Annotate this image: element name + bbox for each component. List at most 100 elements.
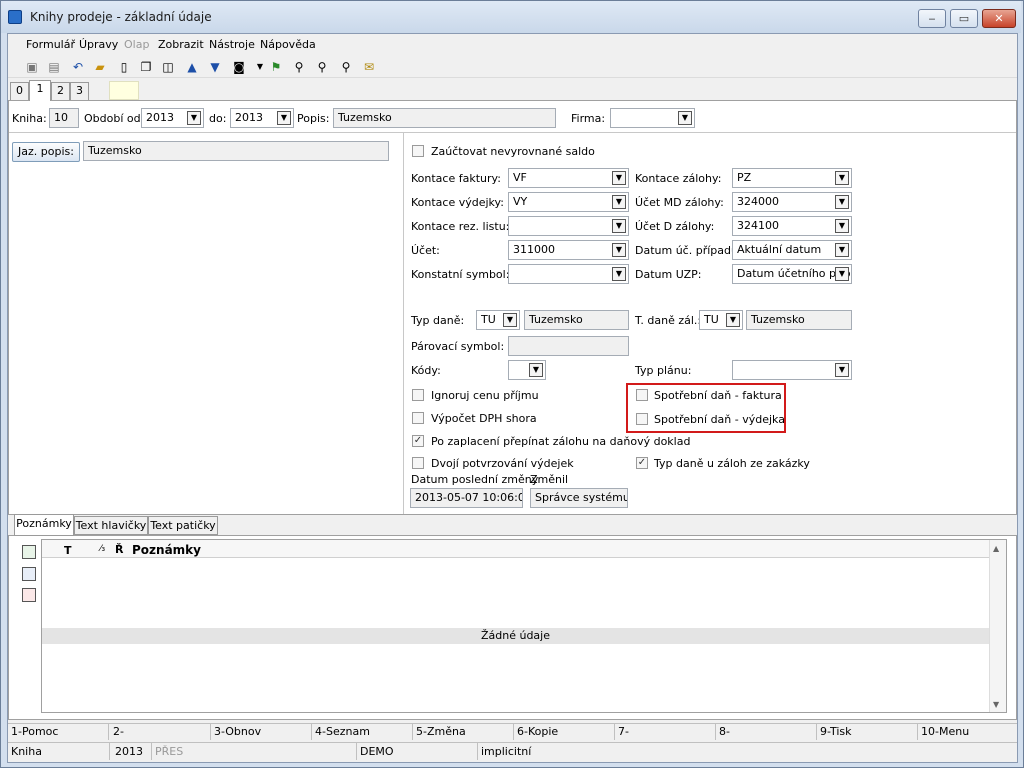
ucet-combo[interactable]: 311000 ▼ — [508, 240, 629, 260]
dvoji-checkbox[interactable] — [412, 457, 424, 469]
typ-dane-combo[interactable]: TU ▼ — [476, 310, 520, 330]
chevron-down-icon[interactable]: ▼ — [612, 243, 626, 257]
do-combo[interactable]: 2013 ▼ — [230, 108, 294, 128]
camera-dropdown-icon[interactable]: ▼ — [252, 59, 268, 75]
chevron-down-icon[interactable]: ▼ — [612, 195, 626, 209]
binoculars-next-icon[interactable]: ⚲ — [314, 59, 330, 75]
popis-field[interactable]: Tuzemsko — [333, 108, 556, 128]
edit-note-icon[interactable] — [22, 567, 36, 581]
kontace-zalohy-combo[interactable]: PZ ▼ — [732, 168, 852, 188]
chevron-down-icon[interactable]: ▼ — [835, 267, 849, 281]
firma-combo[interactable]: ▼ — [610, 108, 695, 128]
chevron-down-icon[interactable]: ▼ — [678, 111, 692, 125]
typ-planu-combo[interactable]: ▼ — [732, 360, 852, 380]
minimize-button[interactable]: ‒ — [918, 9, 946, 28]
menu-formular[interactable]: Formulář — [26, 38, 75, 51]
scroll-down-icon[interactable]: ▼ — [993, 700, 999, 709]
delete-note-icon[interactable] — [22, 588, 36, 602]
konst-symbol-combo[interactable]: ▼ — [508, 264, 629, 284]
undo-icon[interactable]: ↶ — [70, 59, 86, 75]
typ-dane-field[interactable]: Tuzemsko — [524, 310, 629, 330]
binoculars-icon[interactable]: ⚲ — [291, 59, 307, 75]
kody-combo[interactable]: ▼ — [508, 360, 546, 380]
spotr-vydejka-checkbox[interactable] — [636, 413, 648, 425]
datum-uzp-combo[interactable]: Datum účetního příp ▼ — [732, 264, 852, 284]
chevron-down-icon[interactable]: ▼ — [835, 243, 849, 257]
chevron-down-icon[interactable]: ▼ — [277, 111, 291, 125]
po-zaplaceni-checkbox[interactable]: ✓ — [412, 435, 424, 447]
fkey-2[interactable]: 2- — [110, 724, 211, 740]
fkey-1[interactable]: 1-Pomoc — [8, 724, 109, 740]
fkey-4[interactable]: 4-Seznam — [312, 724, 413, 740]
camera-icon[interactable]: ◙ — [231, 59, 247, 75]
arrow-down-icon[interactable]: ▼ — [207, 59, 223, 75]
scroll-up-icon[interactable]: ▲ — [993, 544, 999, 553]
typ-dane-zal-zakazky-checkbox[interactable]: ✓ — [636, 457, 648, 469]
chevron-down-icon[interactable]: ▼ — [612, 219, 626, 233]
fkey-9[interactable]: 9-Tisk — [817, 724, 918, 740]
chevron-down-icon[interactable]: ▼ — [503, 313, 517, 327]
book-icon[interactable]: ◫ — [160, 59, 176, 75]
kontace-vydejky-combo[interactable]: VY ▼ — [508, 192, 629, 212]
open-folder-icon[interactable]: ▰ — [92, 59, 108, 75]
col-t-header[interactable]: T — [64, 544, 72, 557]
menu-napoveda[interactable]: Nápověda — [260, 38, 316, 51]
chevron-down-icon[interactable]: ▼ — [612, 171, 626, 185]
tab-text-paticky[interactable]: Text patičky — [148, 516, 218, 535]
t-dane-zal-field[interactable]: Tuzemsko — [746, 310, 852, 330]
menu-olap[interactable]: Olap — [124, 38, 149, 51]
tab-2[interactable]: 2 — [51, 82, 70, 100]
ucet-d-combo[interactable]: 324100 ▼ — [732, 216, 852, 236]
col-r-header[interactable]: Ř — [115, 543, 123, 556]
save-close-icon[interactable]: ▤ — [46, 59, 62, 75]
spotr-faktura-checkbox[interactable] — [636, 389, 648, 401]
tab-poznamky[interactable]: Poznámky — [14, 514, 74, 536]
vertical-scrollbar[interactable] — [989, 540, 1006, 712]
tab-0[interactable]: 0 — [10, 82, 29, 100]
tab-1[interactable]: 1 — [29, 80, 51, 101]
menu-nastroje[interactable]: Nástroje — [209, 38, 255, 51]
envelope-icon[interactable]: ✉ — [361, 59, 377, 75]
menu-upravy[interactable]: Úpravy — [79, 38, 118, 51]
t-dane-zal-combo[interactable]: TU ▼ — [699, 310, 743, 330]
chevron-down-icon[interactable]: ▼ — [529, 363, 543, 377]
close-button[interactable]: ✕ — [982, 9, 1016, 28]
tab-text-hlavicky[interactable]: Text hlavičky — [74, 516, 148, 535]
ucet-md-combo[interactable]: 324000 ▼ — [732, 192, 852, 212]
kontace-rez-combo[interactable]: ▼ — [508, 216, 629, 236]
col-sort-header[interactable]: ⁄₃ — [100, 544, 105, 554]
chevron-down-icon[interactable]: ▼ — [187, 111, 201, 125]
notes-grid[interactable] — [41, 539, 1007, 713]
chevron-down-icon[interactable]: ▼ — [726, 313, 740, 327]
zauctovat-checkbox[interactable] — [412, 145, 424, 157]
ignoruj-checkbox[interactable] — [412, 389, 424, 401]
fkey-10[interactable]: 10-Menu — [918, 724, 1019, 740]
fkey-5[interactable]: 5-Změna — [413, 724, 514, 740]
datum-uc-combo[interactable]: Aktuální datum ▼ — [732, 240, 852, 260]
add-note-icon[interactable] — [22, 545, 36, 559]
filter-icon[interactable]: ⚑ — [268, 59, 284, 75]
maximize-button[interactable]: ▭ — [950, 9, 978, 28]
zmenil-field[interactable]: Správce systému K2 — [530, 488, 628, 508]
fkey-3[interactable]: 3-Obnov — [211, 724, 312, 740]
new-document-icon[interactable]: ▯ — [116, 59, 132, 75]
kontace-faktury-combo[interactable]: VF ▼ — [508, 168, 629, 188]
col-notes-header[interactable]: Poznámky — [132, 543, 201, 557]
datum-zmeny-field[interactable]: 2013-05-07 10:06:09 — [410, 488, 523, 508]
chevron-down-icon[interactable]: ▼ — [835, 195, 849, 209]
tab-3[interactable]: 3 — [70, 82, 89, 100]
menu-zobrazit[interactable]: Zobrazit — [158, 38, 204, 51]
chevron-down-icon[interactable]: ▼ — [835, 219, 849, 233]
chevron-down-icon[interactable]: ▼ — [835, 363, 849, 377]
jaz-popis-field[interactable]: Tuzemsko — [83, 141, 389, 161]
chevron-down-icon[interactable]: ▼ — [612, 267, 626, 281]
copy-icon[interactable]: ❐ — [138, 59, 154, 75]
chevron-down-icon[interactable]: ▼ — [835, 171, 849, 185]
binoculars-filter-icon[interactable]: ⚲ — [338, 59, 354, 75]
obdobi-od-combo[interactable]: 2013 ▼ — [141, 108, 204, 128]
jaz-popis-button[interactable]: Jaz. popis: — [12, 142, 80, 162]
parovaci-field[interactable] — [508, 336, 629, 356]
vypocet-checkbox[interactable] — [412, 412, 424, 424]
fkey-8[interactable]: 8- — [716, 724, 817, 740]
fkey-6[interactable]: 6-Kopie — [514, 724, 615, 740]
